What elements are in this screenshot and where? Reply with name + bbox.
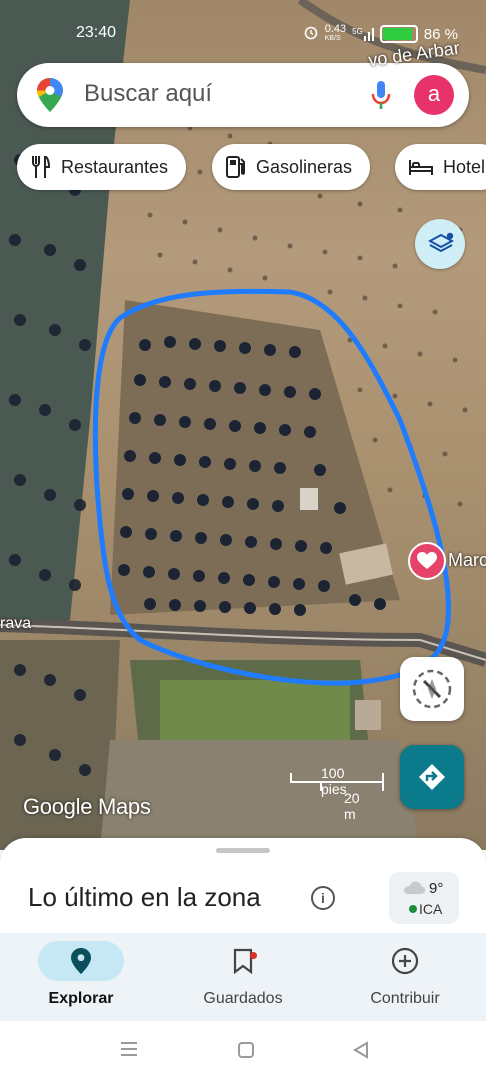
search-input[interactable]: Buscar aquí	[84, 80, 212, 108]
net-speed: 0.43 KB/S	[324, 23, 347, 43]
air-quality-dot	[409, 905, 417, 913]
road-label: rava	[0, 615, 32, 632]
sheet-title: Lo último en la zona	[28, 882, 261, 912]
avatar[interactable]: a	[414, 75, 454, 115]
alarm-icon	[303, 24, 319, 44]
bottom-nav: Explorar Guardados Contribuir	[0, 933, 486, 1021]
signal-icon: 5G	[352, 27, 374, 41]
menu-icon[interactable]	[120, 1041, 138, 1062]
chip-restaurants[interactable]: Restaurantes	[17, 144, 187, 190]
heart-icon	[417, 552, 437, 575]
home-icon[interactable]	[237, 1041, 255, 1064]
air-quality-label: ICA	[419, 901, 443, 917]
add-circle-icon	[391, 947, 419, 975]
google-maps-pin-icon	[37, 78, 63, 117]
directions-icon	[418, 763, 446, 796]
satellite-map[interactable]	[0, 0, 486, 850]
clock: 23:40	[76, 24, 117, 41]
system-nav-bar	[0, 1021, 486, 1080]
search-bar[interactable]: Buscar aquí a	[17, 63, 469, 127]
weather-widget[interactable]: 9° ICA	[389, 872, 459, 924]
temperature: 9°	[429, 880, 444, 897]
mic-icon[interactable]	[371, 81, 391, 116]
compass-icon	[410, 667, 454, 716]
tab-contribute[interactable]: Contribuir	[324, 933, 486, 1021]
gas-pump-icon	[226, 156, 246, 178]
tab-explore[interactable]: Explorar	[0, 933, 162, 1021]
explore-pin-icon	[71, 948, 91, 974]
chip-gas-stations[interactable]: Gasolineras	[212, 144, 371, 190]
info-icon[interactable]: i	[311, 886, 335, 910]
cloud-icon	[403, 881, 425, 900]
layers-icon	[427, 232, 455, 263]
back-icon[interactable]	[352, 1041, 370, 1064]
bed-icon	[409, 158, 433, 176]
fork-knife-icon	[31, 156, 51, 178]
bottom-sheet[interactable]: Lo último en la zona i 9° ICA	[0, 838, 486, 938]
notification-dot	[250, 952, 257, 959]
map-imagery	[0, 0, 486, 850]
place-label[interactable]: Marc	[448, 550, 486, 571]
layers-button[interactable]	[415, 219, 465, 269]
compass-button[interactable]	[400, 657, 464, 721]
battery-icon	[379, 25, 418, 43]
sheet-handle[interactable]	[216, 848, 270, 853]
directions-button[interactable]	[400, 745, 464, 809]
saved-place-marker[interactable]	[408, 542, 446, 580]
chip-hotels[interactable]: Hotel	[395, 144, 486, 190]
bookmark-icon	[233, 948, 253, 974]
tab-saved[interactable]: Guardados	[162, 933, 324, 1021]
google-maps-logo: Google Maps	[23, 794, 151, 819]
